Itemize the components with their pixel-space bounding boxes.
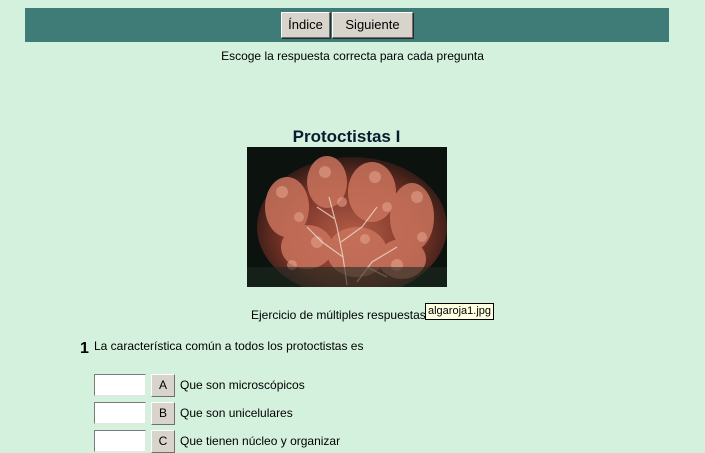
option-b-text: Que son unicelulares — [180, 406, 293, 420]
image-tooltip: algaroja1.jpg — [425, 303, 494, 320]
answer-input-b[interactable] — [94, 402, 146, 424]
top-toolbar: Índice Siguiente — [25, 8, 669, 42]
page-title: Protoctistas I — [292, 127, 401, 146]
next-button[interactable]: Siguiente — [332, 12, 413, 38]
option-a-text: Que son microscópicos — [180, 378, 305, 392]
option-c-button[interactable]: C — [151, 430, 175, 453]
answer-input-a[interactable] — [94, 374, 146, 396]
algae-illustration — [247, 147, 447, 287]
option-a-button[interactable]: A — [151, 374, 175, 397]
option-c-text: Que tienen núcleo y organizar — [180, 434, 341, 448]
question-number: 1 — [80, 340, 89, 357]
exercise-subtitle: Ejercicio de múltiples respuestas — [251, 308, 426, 322]
answer-input-c[interactable] — [94, 430, 146, 452]
index-button[interactable]: Índice — [281, 12, 330, 38]
instructions: Escoge la respuesta correcta para cada p… — [221, 49, 484, 63]
option-b-button[interactable]: B — [151, 402, 175, 425]
red-algae-image — [247, 147, 447, 287]
question-text: La característica común a todos los prot… — [94, 339, 364, 353]
